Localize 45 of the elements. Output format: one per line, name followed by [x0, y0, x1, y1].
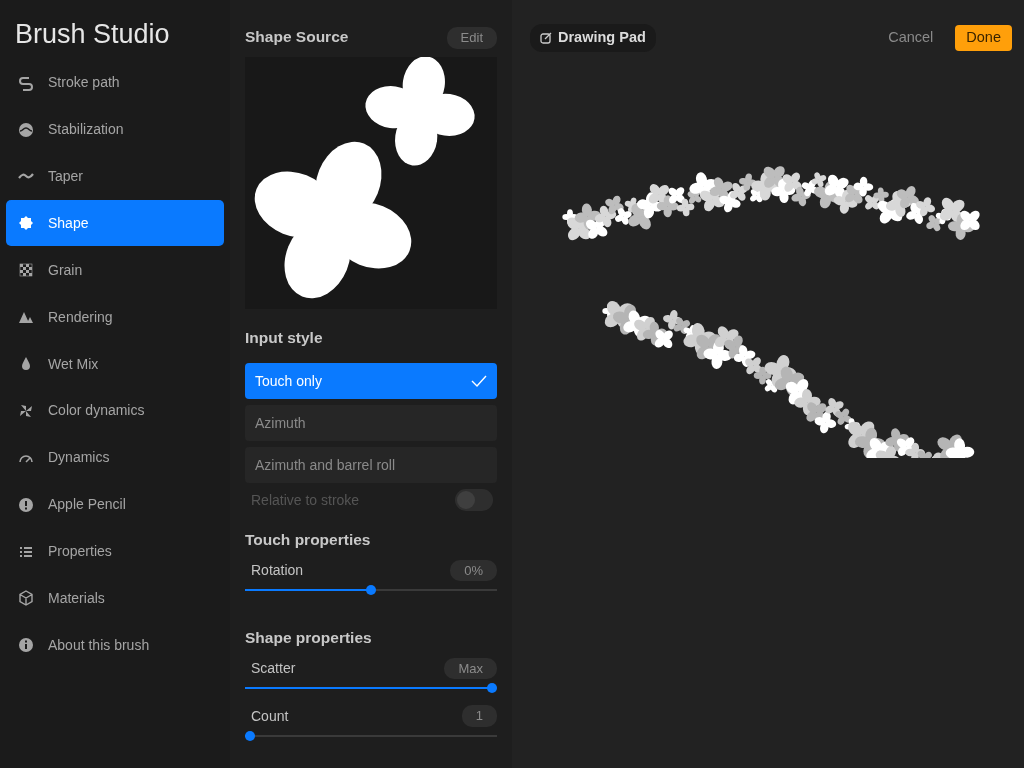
slider-label: Count — [251, 706, 289, 726]
checkmark-icon — [471, 375, 487, 388]
app-title: Brush Studio — [14, 18, 171, 51]
section-heading: Touch properties — [245, 531, 372, 550]
cube-icon — [18, 590, 34, 607]
sidebar-item[interactable]: About this brush — [6, 622, 224, 669]
info-icon — [18, 637, 34, 654]
slider-label: Rotation — [251, 560, 304, 580]
section-heading: Input style — [245, 328, 324, 348]
badge-icon — [18, 215, 34, 232]
option-button[interactable]: Azimuth and barrel roll — [245, 447, 497, 484]
slider-thumb[interactable] — [487, 683, 497, 694]
wave-circle-icon — [18, 121, 34, 138]
value-readout: 0% — [450, 559, 497, 582]
checker-icon — [18, 262, 34, 279]
sidebar-item[interactable]: Shape — [6, 200, 224, 247]
option-button[interactable]: Touch only — [245, 363, 497, 400]
sidebar-item[interactable]: Stroke path — [6, 59, 224, 106]
wave-icon — [18, 173, 34, 180]
value-readout: Max — [444, 657, 497, 680]
pinwheel-icon — [18, 402, 34, 419]
sidebar-item[interactable]: Rendering — [6, 294, 224, 341]
section-heading: Shape Source — [245, 28, 349, 48]
sidebar-item[interactable]: Grain — [6, 247, 224, 294]
sidebar-item[interactable]: Taper — [6, 153, 224, 200]
sidebar-item[interactable]: Color dynamics — [6, 387, 224, 434]
cancel-button[interactable]: Cancel — [882, 26, 940, 50]
slider-label: Scatter — [251, 659, 296, 679]
sidebar-item[interactable]: Materials — [6, 575, 224, 622]
slider-thumb[interactable] — [366, 585, 376, 596]
sidebar-item[interactable]: Dynamics — [6, 434, 224, 481]
s-curve-icon — [18, 74, 34, 91]
edit-icon — [540, 31, 552, 44]
section-heading: Shape properties — [245, 629, 373, 648]
alert-circle-icon — [18, 496, 34, 513]
edit-button[interactable]: Edit — [446, 27, 497, 49]
value-readout: 1 — [461, 705, 497, 727]
done-button[interactable]: Done — [955, 25, 1012, 51]
sidebar-item[interactable]: Properties — [6, 528, 224, 575]
slider-thumb[interactable] — [245, 730, 255, 741]
sidebar-item[interactable]: Apple Pencil — [6, 481, 224, 528]
sidebar-item[interactable]: Stabilization — [6, 106, 224, 153]
drawing-pad-button[interactable]: Drawing Pad — [530, 24, 656, 52]
option-button[interactable]: Azimuth — [245, 405, 497, 442]
sidebar-item[interactable]: Wet Mix — [6, 341, 224, 388]
